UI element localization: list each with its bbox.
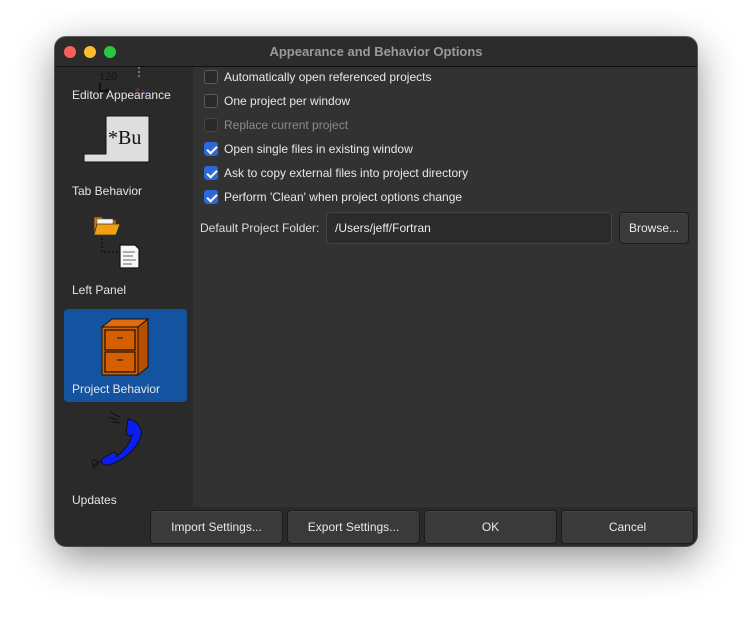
default-folder-input[interactable]: /Users/jeff/Fortran <box>326 212 612 244</box>
default-folder-label: Default Project Folder: <box>200 221 320 235</box>
tab-behavior-icon: *Bu <box>83 115 150 163</box>
sidebar-item-updates[interactable]: Updates <box>64 408 187 507</box>
checkbox <box>204 118 218 132</box>
sidebar-item-label: Editor Appearance <box>72 88 171 102</box>
option-ask-copy-external[interactable]: Ask to copy external files into project … <box>204 164 468 182</box>
checkbox[interactable] <box>204 142 218 156</box>
option-auto-open-referenced[interactable]: Automatically open referenced projects <box>204 68 431 86</box>
line-number-text: 120 <box>99 69 117 83</box>
sidebar-item-label: Tab Behavior <box>72 184 143 198</box>
checkbox[interactable] <box>204 70 218 84</box>
sidebar-item-label: Updates <box>72 493 117 507</box>
telephone-icon <box>91 411 142 470</box>
left-panel-icon <box>93 216 140 269</box>
option-perform-clean[interactable]: Perform 'Clean' when project options cha… <box>204 188 462 206</box>
checkbox[interactable] <box>204 166 218 180</box>
title-bar: Appearance and Behavior Options <box>55 37 697 67</box>
sidebar-item-tab-behavior[interactable]: *Bu Tab Behavior <box>64 111 187 204</box>
checkbox[interactable] <box>204 190 218 204</box>
dialog-footer: Import Settings... Export Settings... OK… <box>55 507 697 546</box>
sidebar-item-label: Left Panel <box>72 283 127 297</box>
ok-button[interactable]: OK <box>424 510 557 544</box>
export-settings-button[interactable]: Export Settings... <box>287 510 420 544</box>
svg-text:*Bu: *Bu <box>108 127 141 149</box>
sidebar-item-label: Project Behavior <box>72 382 161 396</box>
checkbox[interactable] <box>204 94 218 108</box>
import-settings-button[interactable]: Import Settings... <box>150 510 283 544</box>
option-replace-current-project: Replace current project <box>204 116 348 134</box>
sidebar-item-editor-appearance[interactable]: 120 -5.0 * x Editor Appearance <box>64 67 187 108</box>
option-one-project-per-window[interactable]: One project per window <box>204 92 350 110</box>
project-behavior-panel: Automatically open referenced projects O… <box>193 67 697 507</box>
file-cabinet-icon <box>100 317 150 377</box>
sidebar-item-project-behavior[interactable]: Project Behavior <box>64 309 187 402</box>
cancel-button[interactable]: Cancel <box>561 510 694 544</box>
browse-button[interactable]: Browse... <box>619 212 689 244</box>
sidebar: 120 -5.0 * x Editor Appearance *Bu Tab B… <box>55 67 193 507</box>
options-dialog: Appearance and Behavior Options 120 -5.0… <box>55 37 697 546</box>
window-title: Appearance and Behavior Options <box>269 44 483 59</box>
sidebar-item-left-panel[interactable]: Left Panel <box>64 210 187 303</box>
option-open-single-files[interactable]: Open single files in existing window <box>204 140 413 158</box>
